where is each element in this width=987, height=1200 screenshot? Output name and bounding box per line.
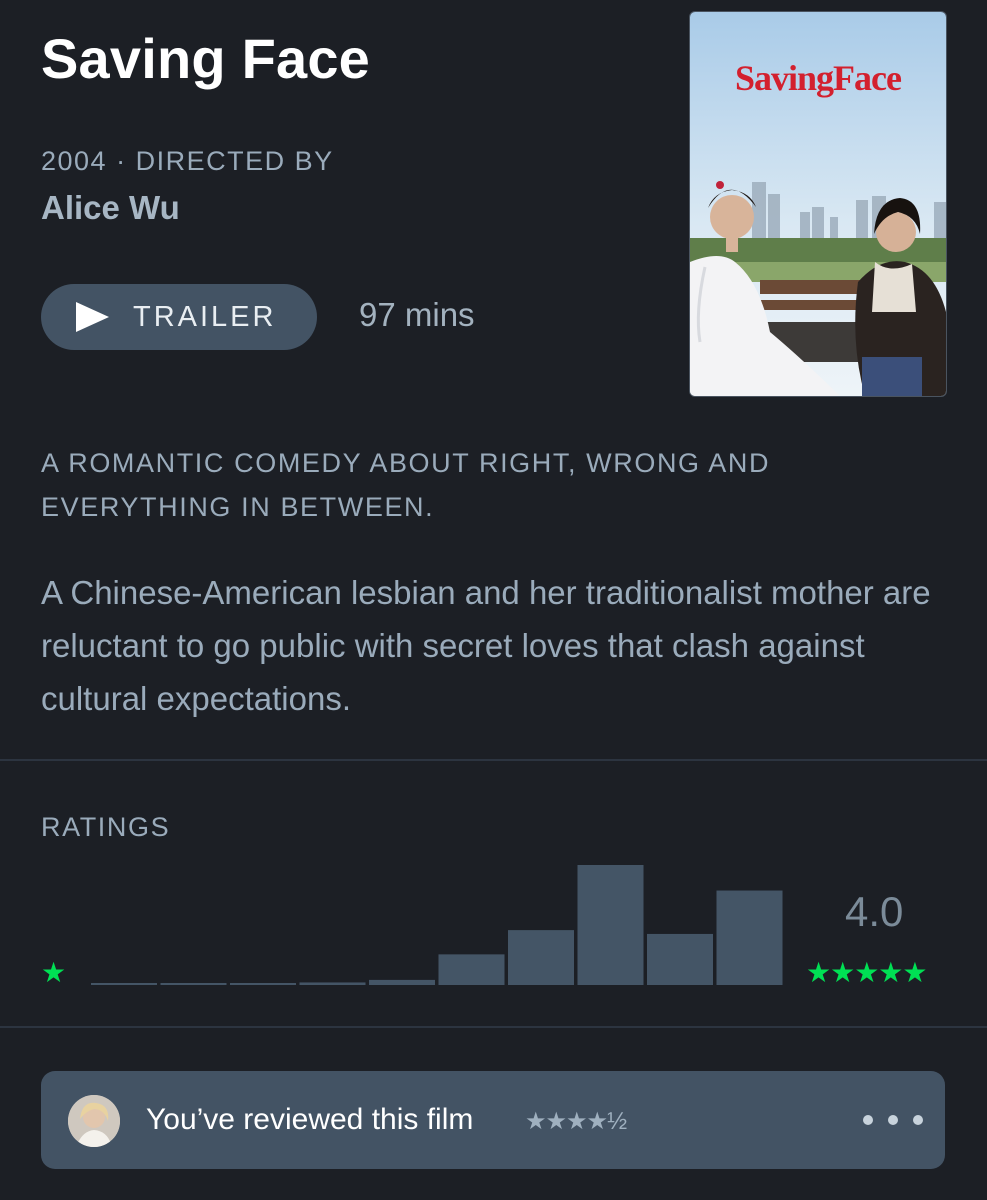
high-stars-icon: ★★★★★ (806, 957, 928, 988)
rating-bar-5[interactable] (716, 890, 783, 985)
trailer-button[interactable]: TRAILER (41, 284, 317, 350)
ratings-heading: RATINGS (41, 812, 171, 842)
rating-bar-2[interactable] (299, 982, 366, 985)
low-star-icon: ★ (41, 957, 67, 988)
rating-bar-0.5[interactable] (91, 983, 157, 985)
poster-image: SavingFace (690, 12, 946, 396)
section-divider (0, 1026, 987, 1028)
poster-title: SavingFace (735, 58, 902, 98)
rating-bar-1.5[interactable] (230, 983, 296, 985)
directed-by-label: · DIRECTED BY (116, 146, 334, 176)
review-star-rating: ★★★★½ (525, 1108, 627, 1135)
your-review-bar[interactable]: You’ve reviewed this film ★★★★½ (41, 1071, 945, 1169)
trailer-label: TRAILER (133, 300, 277, 333)
rating-bar-1[interactable] (160, 983, 227, 985)
synopsis: A Chinese-American lesbian and her tradi… (41, 574, 931, 717)
film-meta: 2004 · DIRECTED BY (41, 146, 334, 177)
rating-bar-4[interactable] (577, 865, 644, 985)
section-divider (0, 759, 987, 761)
runtime: 97 mins (359, 296, 475, 333)
rating-bar-3.5[interactable] (508, 930, 574, 985)
more-dots-icon[interactable] (863, 1105, 923, 1135)
avatar (68, 1095, 120, 1147)
rating-bar-4.5[interactable] (647, 933, 713, 985)
dot (863, 1115, 873, 1125)
review-status-text: You’ve reviewed this film (146, 1103, 474, 1136)
film-title: Saving Face (41, 27, 371, 90)
average-rating[interactable]: 4.0 (845, 888, 903, 936)
director-name[interactable]: Alice Wu (41, 189, 180, 227)
dot (913, 1115, 923, 1125)
rating-bar-3[interactable] (438, 954, 505, 985)
rating-bar-2.5[interactable] (369, 979, 435, 985)
play-icon (76, 302, 109, 332)
film-poster[interactable]: SavingFace (689, 11, 947, 397)
tagline: A ROMANTIC COMEDY ABOUT RIGHT, WRONG AND… (41, 448, 771, 522)
release-year[interactable]: 2004 (41, 146, 107, 176)
dot (888, 1115, 898, 1125)
